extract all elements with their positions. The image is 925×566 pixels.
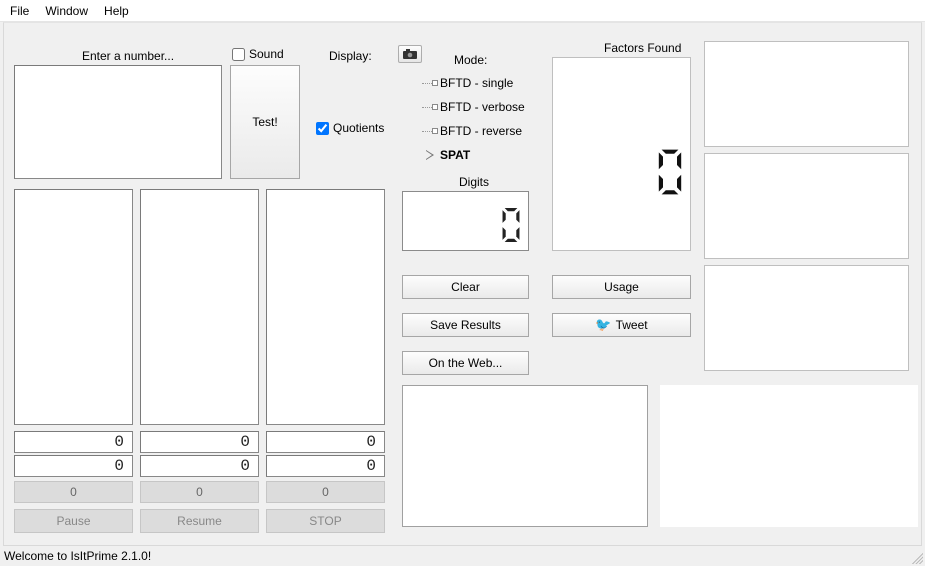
menubar: File Window Help xyxy=(0,0,925,22)
output-panel-right xyxy=(660,385,918,527)
col1-seg-b: 0 xyxy=(14,455,133,477)
usage-button[interactable]: Usage xyxy=(552,275,691,299)
mode-item-2[interactable]: BFTD - reverse xyxy=(422,119,572,143)
digits-glyph xyxy=(500,207,522,243)
col2-box xyxy=(140,189,259,425)
test-button[interactable]: Test! xyxy=(230,65,300,179)
right-panel-2 xyxy=(704,153,909,259)
twitter-icon: 🐦 xyxy=(595,317,611,333)
mode-item-label: SPAT xyxy=(440,148,470,162)
digits-label: Digits xyxy=(459,175,489,189)
col3-box xyxy=(266,189,385,425)
menu-help[interactable]: Help xyxy=(100,2,141,20)
quotients-label: Quotients xyxy=(333,121,384,135)
mode-item-label: BFTD - verbose xyxy=(440,100,525,114)
stop-button[interactable]: STOP xyxy=(266,509,385,533)
number-input[interactable] xyxy=(14,65,222,179)
quotients-checkbox[interactable]: Quotients xyxy=(316,121,384,135)
tweet-label: Tweet xyxy=(616,318,648,332)
col2-seg-b: 0 xyxy=(140,455,259,477)
factors-label: Factors Found xyxy=(604,41,681,55)
output-panel-left xyxy=(402,385,648,527)
sound-checkbox[interactable]: Sound xyxy=(232,47,284,61)
mode-item-0[interactable]: BFTD - single xyxy=(422,71,572,95)
factors-glyph xyxy=(656,148,684,196)
display-label: Display: xyxy=(329,49,372,63)
col1-seg-a: 0 xyxy=(14,431,133,453)
save-results-button[interactable]: Save Results xyxy=(402,313,529,337)
mode-label: Mode: xyxy=(454,53,487,67)
col2-seg-a: 0 xyxy=(140,431,259,453)
status-text: Welcome to IsItPrime 2.1.0! xyxy=(4,549,151,563)
clear-button[interactable]: Clear xyxy=(402,275,529,299)
statusbar: Welcome to IsItPrime 2.1.0! xyxy=(0,546,925,566)
resize-grip[interactable] xyxy=(909,550,923,564)
main-frame: Enter a number... Sound Display: Test! Q… xyxy=(3,22,922,546)
right-panel-3 xyxy=(704,265,909,371)
sound-check[interactable] xyxy=(232,48,245,61)
enter-number-label: Enter a number... xyxy=(82,49,174,63)
camera-icon xyxy=(403,49,417,59)
sound-label: Sound xyxy=(249,47,284,61)
menu-file[interactable]: File xyxy=(6,2,41,20)
camera-button[interactable] xyxy=(398,45,422,63)
menu-window[interactable]: Window xyxy=(41,2,100,20)
resume-button[interactable]: Resume xyxy=(140,509,259,533)
mode-item-label: BFTD - single xyxy=(440,76,513,90)
on-the-web-button[interactable]: On the Web... xyxy=(402,351,529,375)
quotients-check[interactable] xyxy=(316,122,329,135)
mode-item-1[interactable]: BFTD - verbose xyxy=(422,95,572,119)
mode-item-label: BFTD - reverse xyxy=(440,124,522,138)
col1-box xyxy=(14,189,133,425)
pause-button[interactable]: Pause xyxy=(14,509,133,533)
col1-count: 0 xyxy=(14,481,133,503)
col3-seg-b: 0 xyxy=(266,455,385,477)
tweet-button[interactable]: 🐦 Tweet xyxy=(552,313,691,337)
col2-count: 0 xyxy=(140,481,259,503)
factors-display xyxy=(552,57,691,251)
col3-seg-a: 0 xyxy=(266,431,385,453)
mode-item-3[interactable]: SPAT xyxy=(422,143,572,167)
digits-display xyxy=(402,191,529,251)
mode-tree: BFTD - single BFTD - verbose BFTD - reve… xyxy=(422,71,572,167)
col3-count: 0 xyxy=(266,481,385,503)
right-panel-1 xyxy=(704,41,909,147)
